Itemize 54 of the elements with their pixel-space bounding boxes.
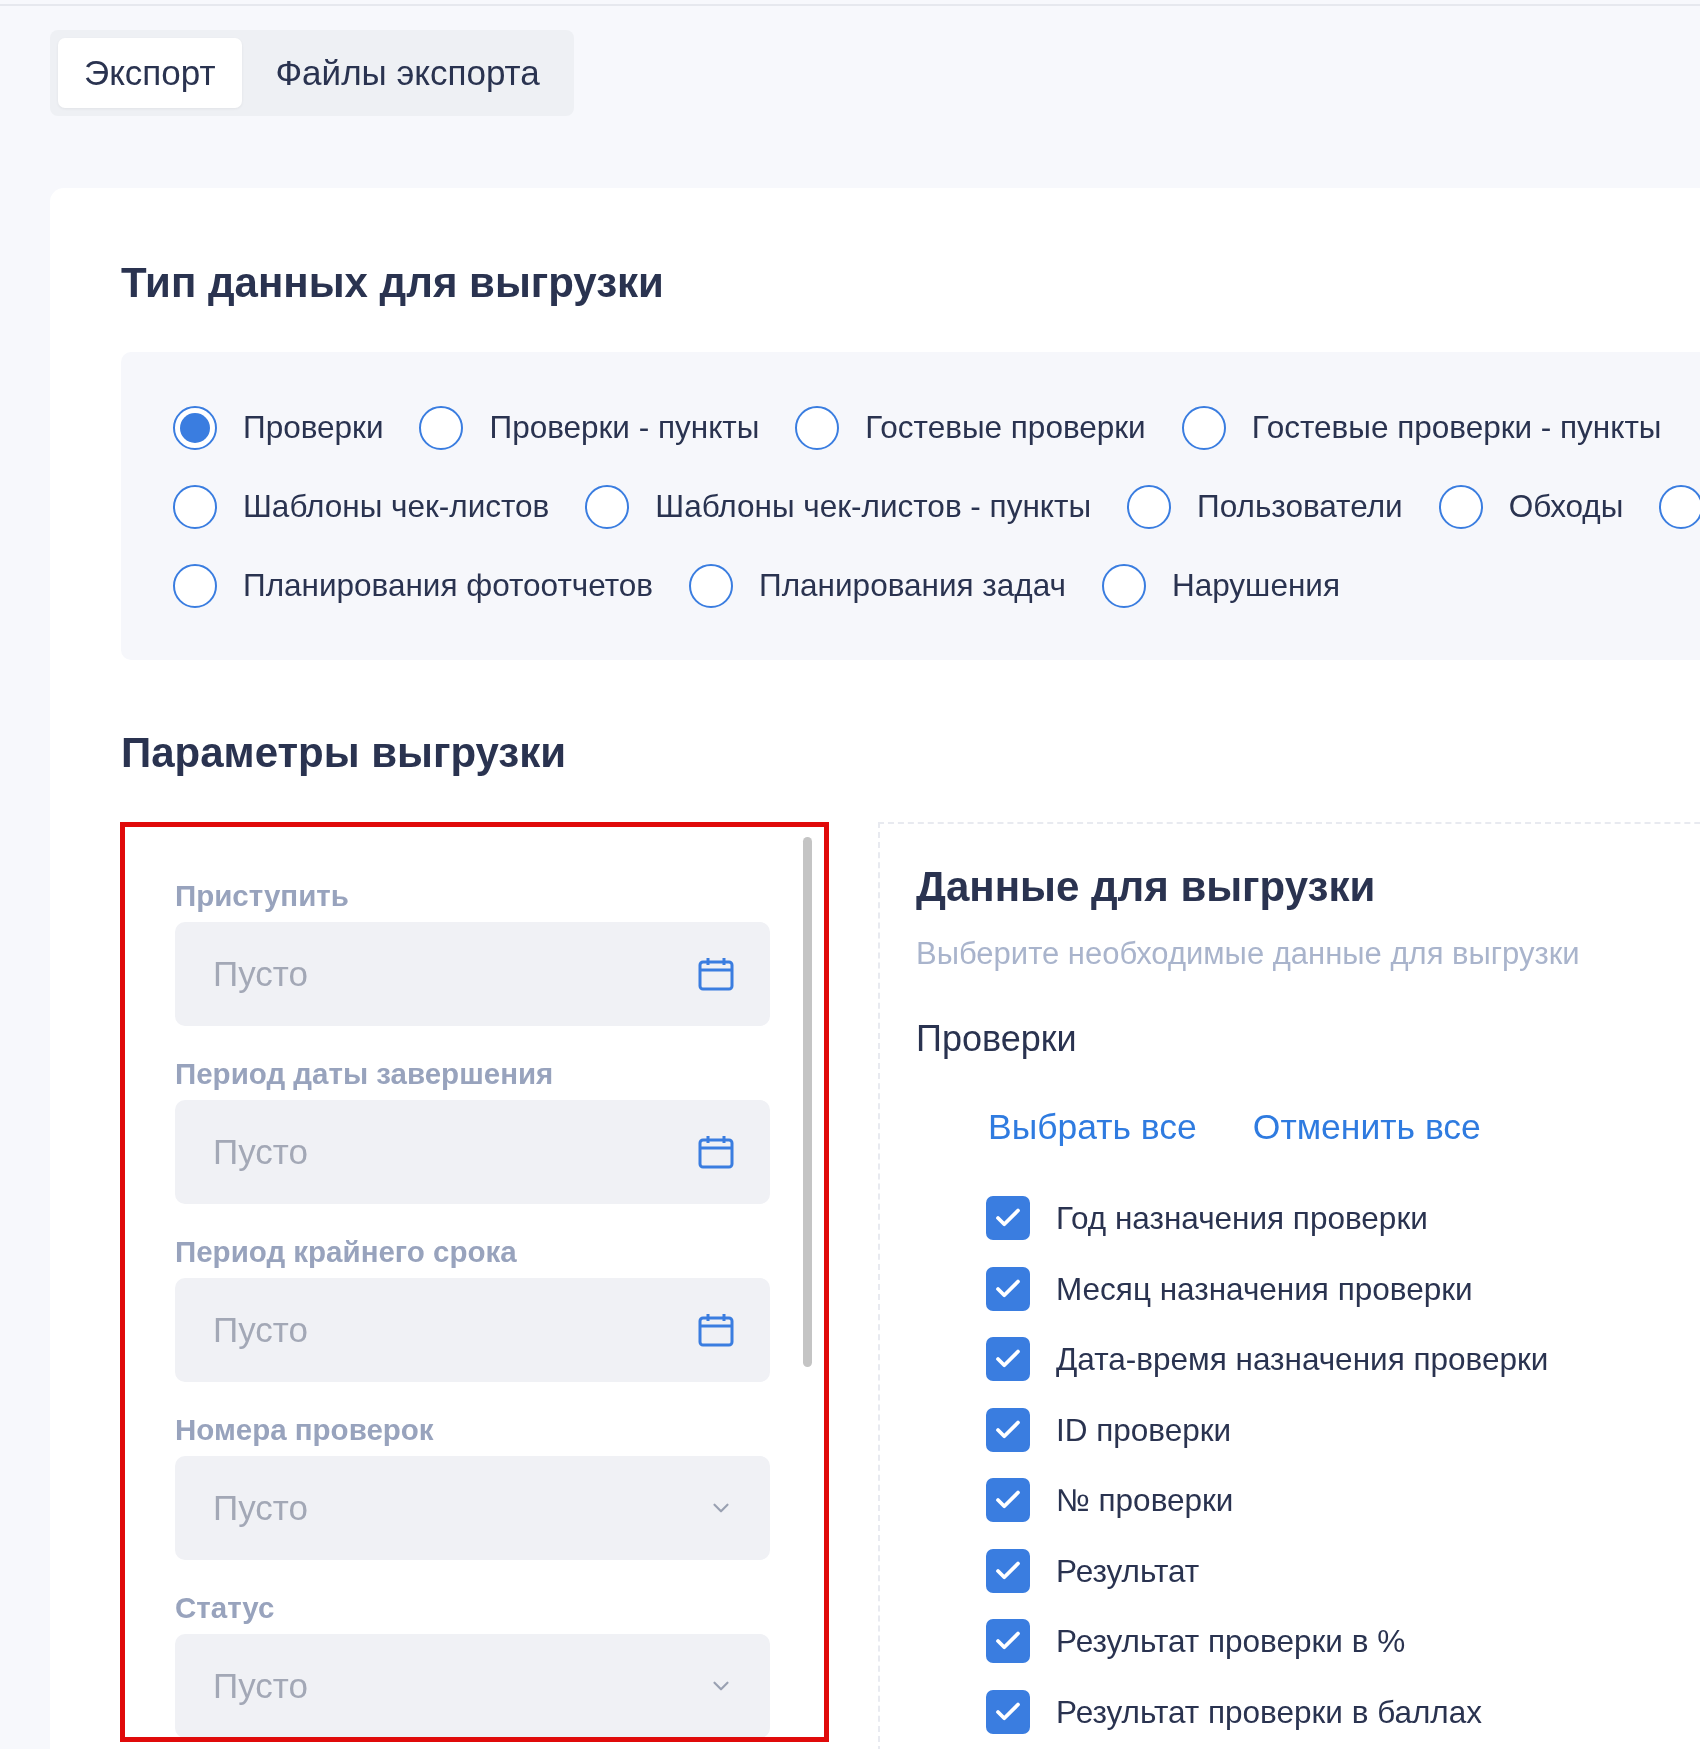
- checkbox-label: Месяц назначения проверки: [1056, 1269, 1473, 1309]
- checkbox-label: Результат проверки в баллах: [1056, 1692, 1482, 1732]
- select-all-link[interactable]: Выбрать все: [988, 1106, 1197, 1148]
- panel-subtitle: Выберите необходимые данные для выгрузки: [916, 936, 1581, 972]
- checkbox[interactable]: [986, 1478, 1030, 1522]
- radio-button[interactable]: [173, 484, 217, 529]
- section-title: Параметры выгрузки: [121, 728, 567, 778]
- radio-button[interactable]: [173, 405, 217, 450]
- select-field[interactable]: Пусто: [175, 1456, 770, 1560]
- checkbox[interactable]: [986, 1548, 1030, 1593]
- select-field[interactable]: Пусто: [175, 1634, 770, 1737]
- panel-title: Данные для выгрузки: [916, 862, 1377, 912]
- field-label: Приступить: [175, 879, 350, 913]
- checkbox-label: Год назначения проверки: [1056, 1199, 1428, 1238]
- field-label: Статус: [175, 1591, 276, 1625]
- section-title: Тип данных для выгрузки: [121, 258, 665, 308]
- radio-label: Проверки - пункты: [489, 408, 760, 447]
- calendar-icon: [698, 1313, 734, 1347]
- checkbox-label: Результат проверки в %: [1056, 1622, 1406, 1661]
- radio-label: Пользователи: [1197, 487, 1403, 526]
- field-label: Номера проверок: [175, 1413, 435, 1447]
- checkbox[interactable]: [986, 1266, 1030, 1311]
- radio-button[interactable]: [1659, 484, 1700, 529]
- radio-label: Обходы: [1508, 487, 1624, 526]
- scrollbar[interactable]: [803, 837, 812, 1367]
- radio-label: Гостевые проверки - пункты: [1251, 408, 1662, 447]
- field-label: Период крайнего срока: [175, 1235, 518, 1269]
- date-field[interactable]: Пусто: [175, 1278, 770, 1382]
- radio-label: Шаблоны чек-листов: [243, 487, 550, 526]
- checkbox[interactable]: [986, 1337, 1030, 1381]
- radio-label: Планирования фотоотчетов: [243, 566, 654, 605]
- checkbox[interactable]: [986, 1689, 1030, 1734]
- tab[interactable]: Экспорт: [58, 38, 242, 108]
- radio-button[interactable]: [173, 563, 217, 608]
- field-label: Период даты завершения: [175, 1057, 555, 1091]
- radio-label: Нарушения: [1171, 566, 1340, 605]
- checkbox-label: Дата-время назначения проверки: [1056, 1340, 1549, 1379]
- checkbox[interactable]: [986, 1619, 1030, 1663]
- radio-label: Проверки: [243, 408, 384, 447]
- checkbox-label: ID проверки: [1056, 1410, 1232, 1450]
- calendar-icon: [698, 957, 734, 991]
- radio-label: Гостевые проверки: [865, 408, 1146, 447]
- checkbox[interactable]: [986, 1196, 1030, 1240]
- tab[interactable]: Файлы экспорта: [249, 38, 566, 108]
- calendar-icon: [698, 1135, 734, 1169]
- checkbox[interactable]: [986, 1407, 1030, 1452]
- checkbox-label: Результат: [1056, 1551, 1200, 1591]
- radio-label: Планирования задач: [759, 566, 1066, 605]
- deselect-all-link[interactable]: Отменить все: [1252, 1106, 1481, 1148]
- checkbox-label: № проверки: [1056, 1481, 1234, 1520]
- date-field[interactable]: Пусто: [175, 922, 770, 1026]
- radio-label: Шаблоны чек-листов - пункты: [655, 487, 1092, 526]
- date-field[interactable]: Пусто: [175, 1100, 770, 1204]
- group-title: Проверки: [916, 1018, 1078, 1060]
